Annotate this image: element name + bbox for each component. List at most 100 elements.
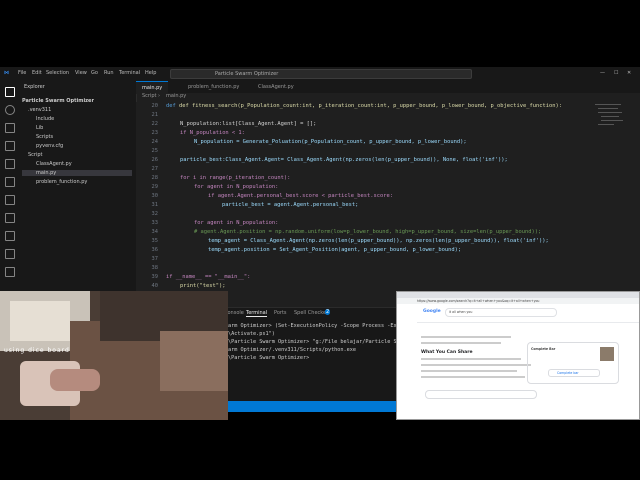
side-card: Complete Bar Complete bar bbox=[527, 342, 619, 384]
close-icon[interactable]: ✕ bbox=[627, 70, 631, 76]
breadcrumb: Script › main.py bbox=[136, 93, 640, 102]
code-line-26: particle_best:Class_Agent.Agent= Class_A… bbox=[180, 157, 508, 163]
maximize-icon[interactable]: ☐ bbox=[614, 70, 618, 76]
editor-tabs: main.py problem_function.py ClassAgent.p… bbox=[136, 81, 640, 94]
code-line-33: for agent in N_population: bbox=[194, 220, 279, 226]
panel-tab-spell-checker[interactable]: Spell Checker bbox=[294, 310, 328, 316]
spell-checker-badge: 2 bbox=[325, 309, 331, 315]
window-title: Particle Swarm Optimizer bbox=[215, 71, 279, 77]
menu-terminal[interactable]: Terminal bbox=[119, 70, 140, 76]
terminal-line: arm Optimizer/.venv311/Scripts/python.ex… bbox=[228, 347, 357, 353]
terminal-prompt[interactable]: \Particle Swarm Optimizer> bbox=[228, 355, 312, 361]
line-number: 26 bbox=[151, 157, 159, 163]
tab-problem-function[interactable]: problem_function.py bbox=[182, 81, 245, 93]
browser-toolbar: https://www.google.com/search?q=it+all+w… bbox=[397, 298, 639, 304]
extensions-icon[interactable] bbox=[5, 159, 15, 169]
code-line-20: def fitness_search(p_Population_count:in… bbox=[178, 103, 562, 109]
code-editor[interactable]: 20 21 22 23 24 25 26 27 28 29 30 31 32 33 34 35 36 37 38 39… bbox=[136, 102, 640, 316]
result-chip[interactable] bbox=[425, 390, 537, 399]
database-icon[interactable] bbox=[5, 267, 15, 277]
menu-run[interactable]: Run bbox=[104, 70, 114, 76]
vscode-logo-icon[interactable]: ⋈ bbox=[4, 70, 9, 76]
explorer-icon[interactable] bbox=[5, 87, 15, 97]
line-number: 24 bbox=[151, 139, 159, 145]
code-line-22: N_population:list[Class_Agent.Agent] = [… bbox=[180, 121, 317, 127]
tree-item-scripts[interactable]: Scripts bbox=[36, 134, 53, 140]
menu-view[interactable]: View bbox=[75, 70, 87, 76]
line-number: 23 bbox=[151, 130, 159, 136]
code-line-36: temp_agent.position = Set_Agent_Position… bbox=[208, 247, 462, 253]
code-line-31: particle_best = agent.Agent.personal_bes… bbox=[222, 202, 359, 208]
panel-tab-terminal[interactable]: Terminal bbox=[246, 310, 268, 317]
code-line-23: if N_population < 1: bbox=[180, 130, 245, 136]
tree-item-include[interactable]: Include bbox=[36, 116, 54, 122]
title-bar: ⋈ File Edit Selection View Go Run Termin… bbox=[0, 67, 640, 82]
line-number: 29 bbox=[151, 184, 159, 190]
breadcrumb-file[interactable]: main.py bbox=[166, 93, 186, 99]
line-number: 39 bbox=[151, 274, 159, 280]
webcam-overlay: using dice board bbox=[0, 291, 228, 420]
testing-icon[interactable] bbox=[5, 177, 15, 187]
side-card-thumbnail bbox=[600, 347, 614, 361]
line-number: 32 bbox=[151, 211, 159, 217]
tree-item-main[interactable]: main.py bbox=[22, 170, 132, 176]
terminal-line: arm Optimizer> (Set-ExecutionPolicy -Sco… bbox=[228, 323, 397, 329]
minimap[interactable] bbox=[595, 102, 625, 142]
code-line-30: if agent.Agent.personal_best.score < par… bbox=[208, 193, 393, 199]
code-line-39: if __name__ == "__main__": bbox=[166, 274, 251, 280]
line-number: 27 bbox=[151, 166, 159, 172]
line-number: 36 bbox=[151, 247, 159, 253]
terminal-line: \Activate.ps1") bbox=[228, 331, 275, 337]
project-folder[interactable]: Particle Swarm Optimizer bbox=[22, 98, 94, 104]
minimize-icon[interactable]: — bbox=[600, 70, 605, 76]
side-card-button[interactable]: Complete bar bbox=[548, 369, 600, 377]
line-number: 37 bbox=[151, 256, 159, 262]
line-number: 35 bbox=[151, 238, 159, 244]
menu-go[interactable]: Go bbox=[91, 70, 98, 76]
remote-icon[interactable] bbox=[5, 195, 15, 205]
line-number: 40 bbox=[151, 283, 159, 289]
tree-item-pyvenv[interactable]: pyvenv.cfg bbox=[36, 143, 63, 149]
webcam-image bbox=[0, 291, 228, 420]
python-icon[interactable] bbox=[5, 231, 15, 241]
menu-selection[interactable]: Selection bbox=[46, 70, 69, 76]
side-card-title: Complete Bar bbox=[531, 347, 556, 351]
tree-item-venv[interactable]: .venv311 bbox=[28, 107, 51, 113]
chevron-right-icon: › bbox=[158, 93, 160, 99]
browser-window: https://www.google.com/search?q=it+all+w… bbox=[396, 291, 640, 420]
docker-icon[interactable] bbox=[5, 213, 15, 223]
code-line-35: temp_agent = Class_Agent.Agent(np.zeros(… bbox=[208, 238, 549, 244]
word-icon[interactable] bbox=[5, 249, 15, 259]
result-heading: What You Can Share bbox=[421, 350, 473, 355]
tree-item-problem-function[interactable]: problem_function.py bbox=[36, 179, 87, 185]
menu-file[interactable]: File bbox=[18, 70, 26, 76]
terminal-line: \Particle Swarm Optimizer> "g:/File bela… bbox=[228, 339, 400, 345]
run-debug-icon[interactable] bbox=[5, 141, 15, 151]
tree-item-script-folder[interactable]: Script bbox=[28, 152, 43, 158]
tree-item-classagent[interactable]: ClassAgent.py bbox=[36, 161, 72, 167]
source-control-icon[interactable] bbox=[5, 123, 15, 133]
line-number: 20 bbox=[151, 103, 159, 109]
code-line-24: N_population = Generate_Poluation(p_Popu… bbox=[194, 139, 467, 145]
search-box[interactable]: it all when you bbox=[445, 308, 557, 317]
line-number: 28 bbox=[151, 175, 159, 181]
line-number: 30 bbox=[151, 193, 159, 199]
line-number: 34 bbox=[151, 229, 159, 235]
line-number: 33 bbox=[151, 220, 159, 226]
code-line-40: print("test"); bbox=[180, 283, 226, 289]
search-icon[interactable] bbox=[5, 105, 15, 115]
search-query: it all when you bbox=[449, 310, 473, 314]
code-line-29: for agent in N_population: bbox=[194, 184, 279, 190]
address-bar[interactable]: https://www.google.com/search?q=it+all+w… bbox=[417, 299, 539, 303]
line-number: 31 bbox=[151, 202, 159, 208]
line-number: 22 bbox=[151, 121, 159, 127]
tab-classagent[interactable]: ClassAgent.py bbox=[252, 81, 300, 93]
menu-edit[interactable]: Edit bbox=[32, 70, 42, 76]
code-line-28: for i in range(p_iteration_count): bbox=[180, 175, 291, 181]
tree-item-lib[interactable]: Lib bbox=[36, 125, 43, 131]
explorer-header: Explorer bbox=[24, 84, 45, 90]
panel-tab-ports[interactable]: Ports bbox=[274, 310, 287, 316]
google-logo[interactable]: Google bbox=[423, 309, 441, 314]
breadcrumb-folder[interactable]: Script bbox=[142, 93, 157, 99]
menu-help[interactable]: Help bbox=[145, 70, 156, 76]
